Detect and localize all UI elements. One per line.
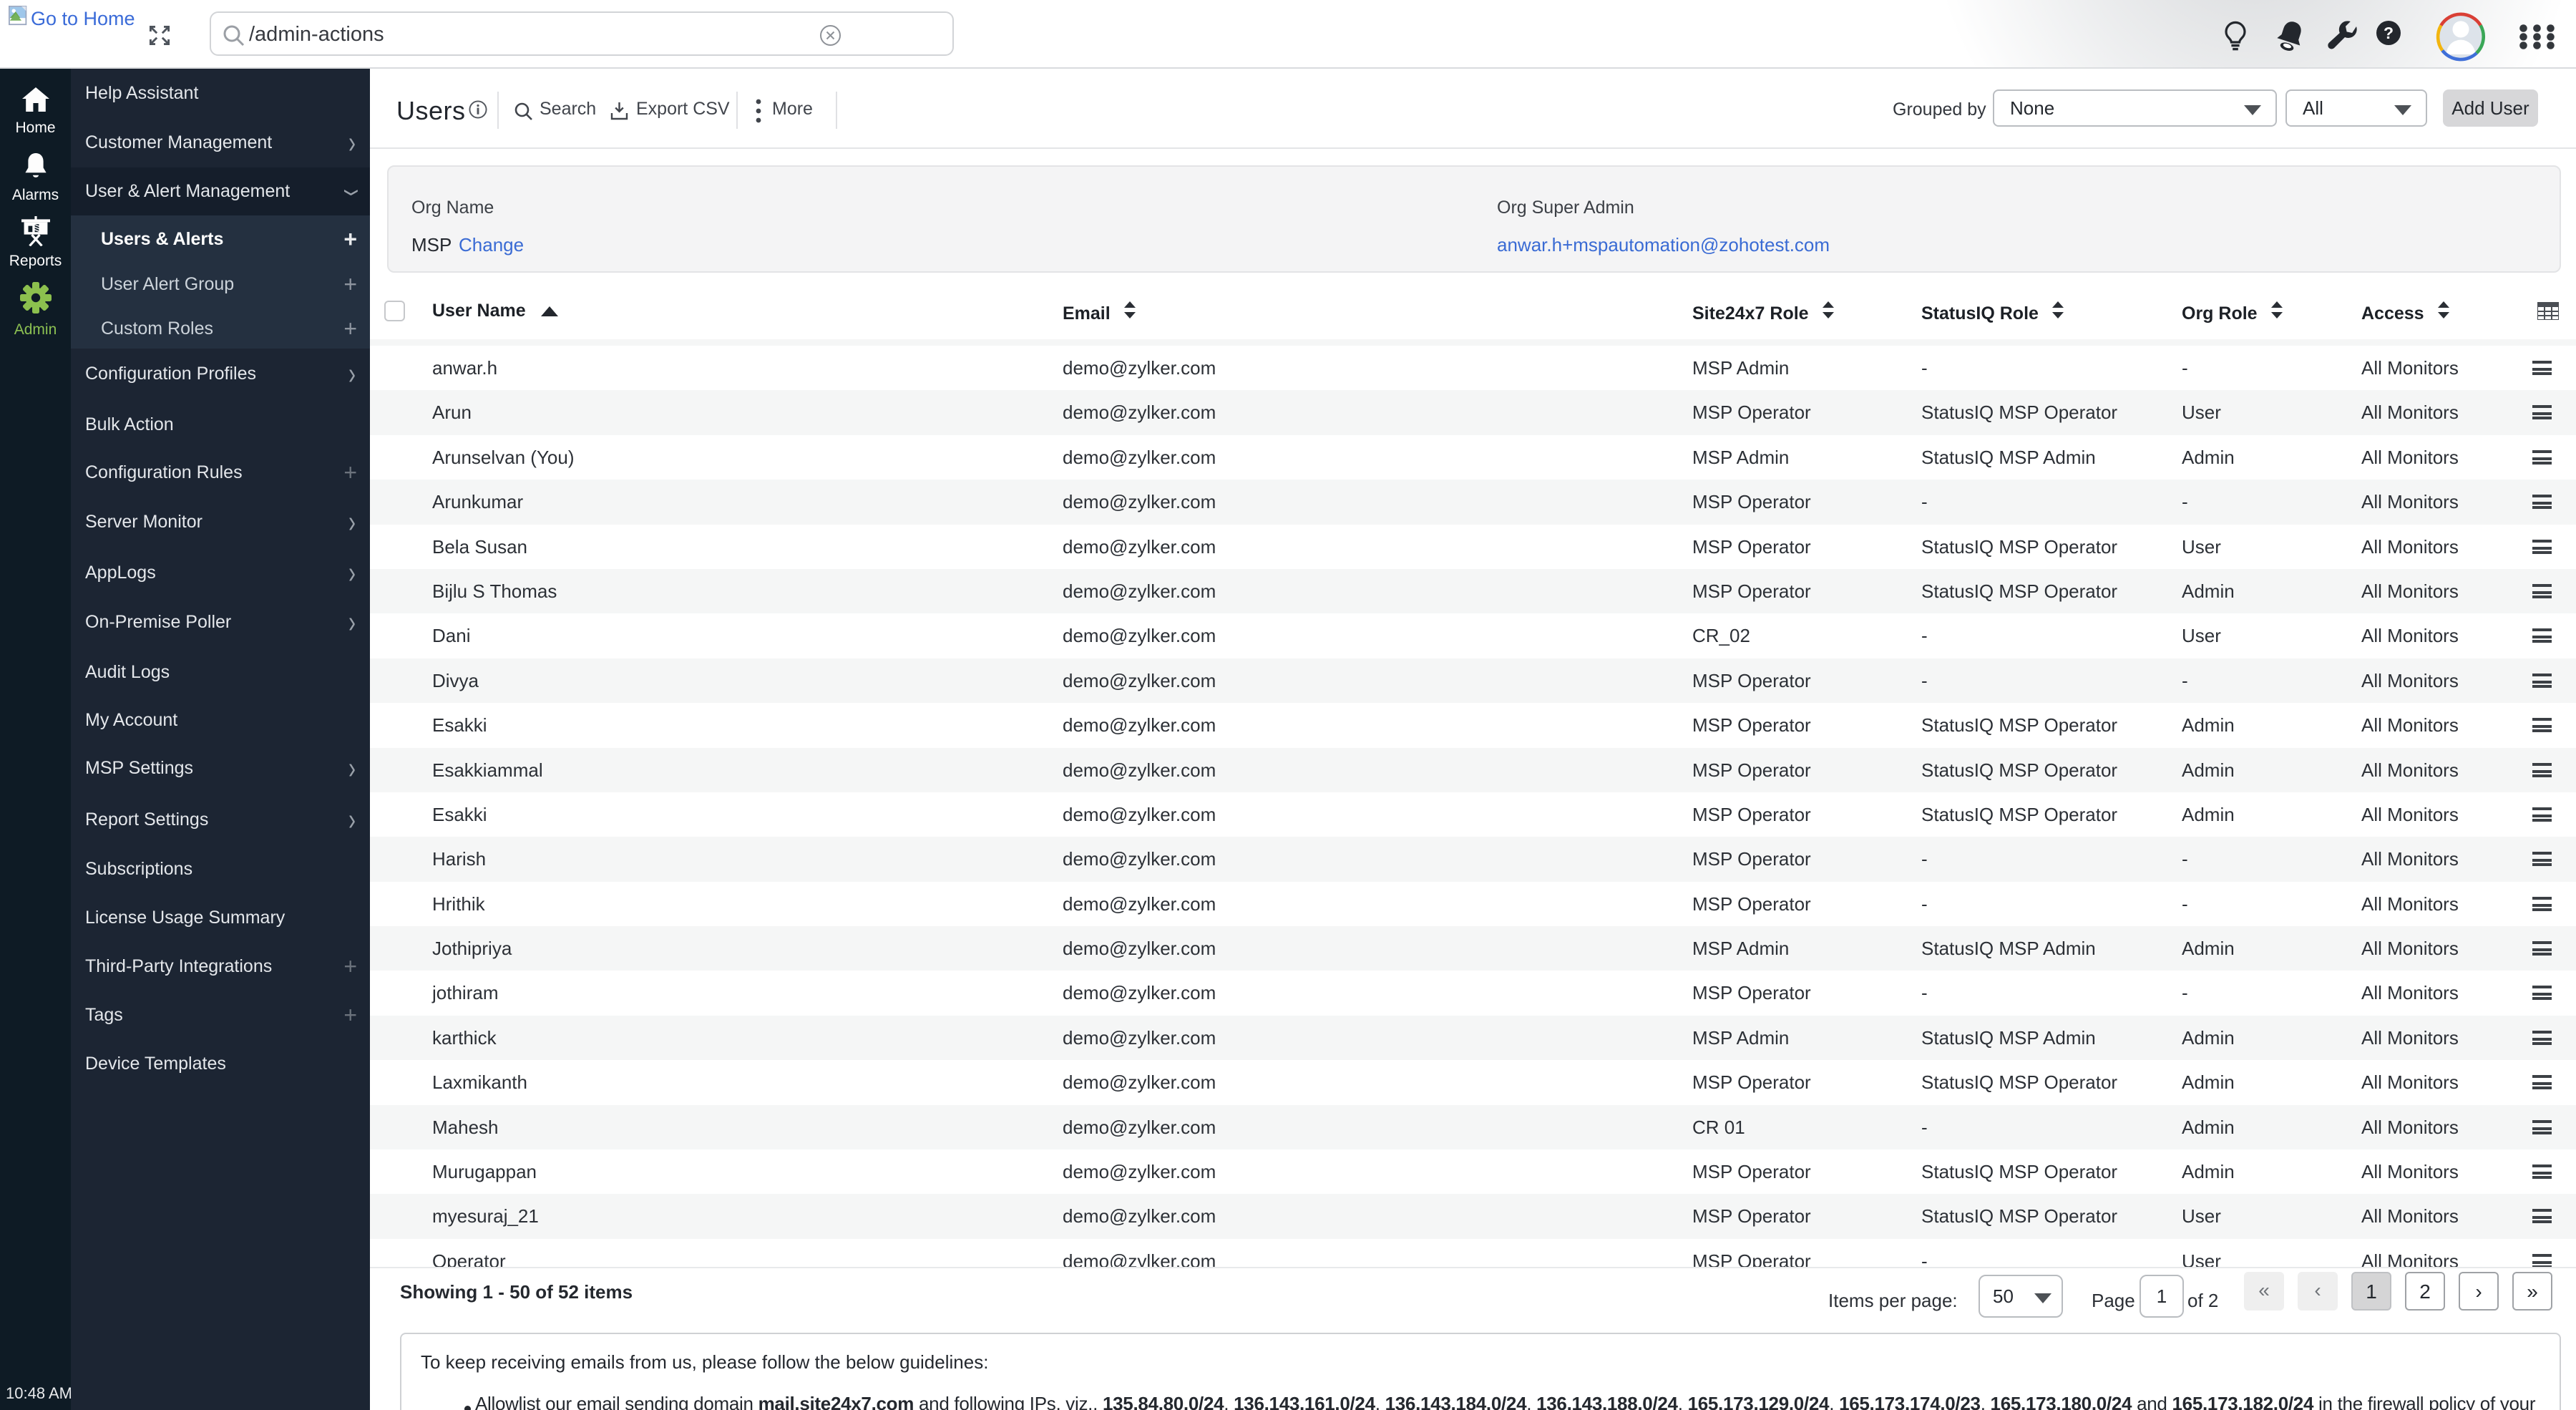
svg-text:?: ? [2384, 24, 2394, 42]
